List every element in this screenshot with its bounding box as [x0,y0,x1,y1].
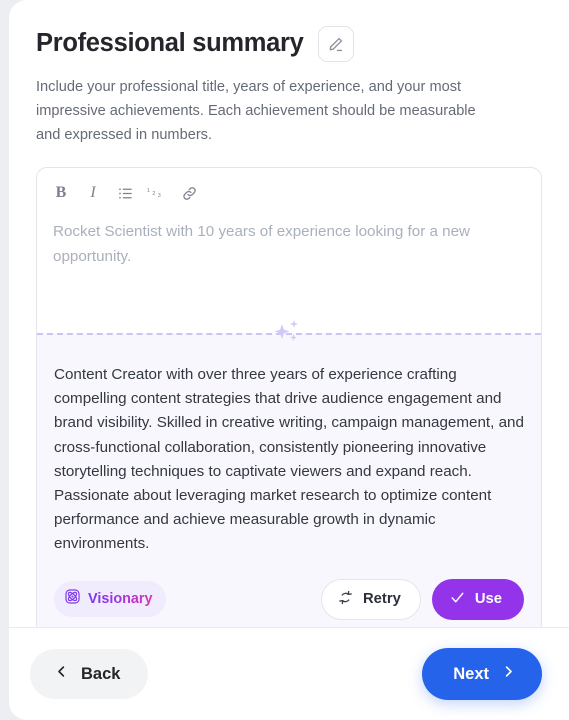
tone-badge-visionary[interactable]: Visionary [54,581,166,618]
screen: Professional summary Include your profes… [0,0,569,720]
refresh-icon [337,589,354,610]
card-body: Professional summary Include your profes… [9,0,569,628]
ai-suggestion-panel: Content Creator with over three years of… [37,320,541,628]
chevron-left-icon [54,664,69,684]
ai-suggestion-text: Content Creator with over three years of… [54,366,524,553]
tone-badge-label: Visionary [88,591,153,608]
svg-text:2: 2 [152,191,155,197]
wizard-footer: Back Next [9,628,569,720]
summary-placeholder: Rocket Scientist with 10 years of experi… [53,223,471,265]
section-description: Include your professional title, years o… [36,79,476,143]
editor-toolbar: B I 1 2 3 [37,168,541,213]
next-button[interactable]: Next [422,648,542,700]
atom-icon [64,588,81,610]
bold-button[interactable]: B [47,179,75,207]
ai-suggestion-actions: Visionary Retry Use [54,578,524,620]
summary-input[interactable]: Rocket Scientist with 10 years of experi… [37,213,541,309]
title-row: Professional summary [36,26,542,62]
next-label: Next [453,664,489,683]
numbered-list-button[interactable]: 1 2 3 [143,179,171,207]
bulleted-list-icon [117,185,134,202]
use-button[interactable]: Use [431,578,524,620]
back-button[interactable]: Back [30,649,149,699]
sparkles-icon [268,318,310,352]
retry-label: Retry [363,591,401,608]
svg-text:3: 3 [158,193,161,199]
link-button[interactable] [175,179,203,207]
pencil-edit-icon [326,35,345,54]
italic-button[interactable]: I [79,179,107,207]
retry-button[interactable]: Retry [321,578,421,620]
use-label: Use [474,591,502,608]
link-icon [181,185,198,202]
check-icon [449,589,466,610]
bulleted-list-button[interactable] [111,179,139,207]
edit-title-button[interactable] [317,26,354,62]
numbered-list-icon: 1 2 3 [147,185,167,201]
summary-editor: B I 1 2 3 Rocket Scientist with 10 years… [36,167,542,628]
back-label: Back [81,664,121,683]
page-title: Professional summary [36,29,304,58]
chevron-right-icon [501,664,516,684]
svg-text:1: 1 [147,188,150,194]
step-card: Professional summary Include your profes… [9,0,569,720]
